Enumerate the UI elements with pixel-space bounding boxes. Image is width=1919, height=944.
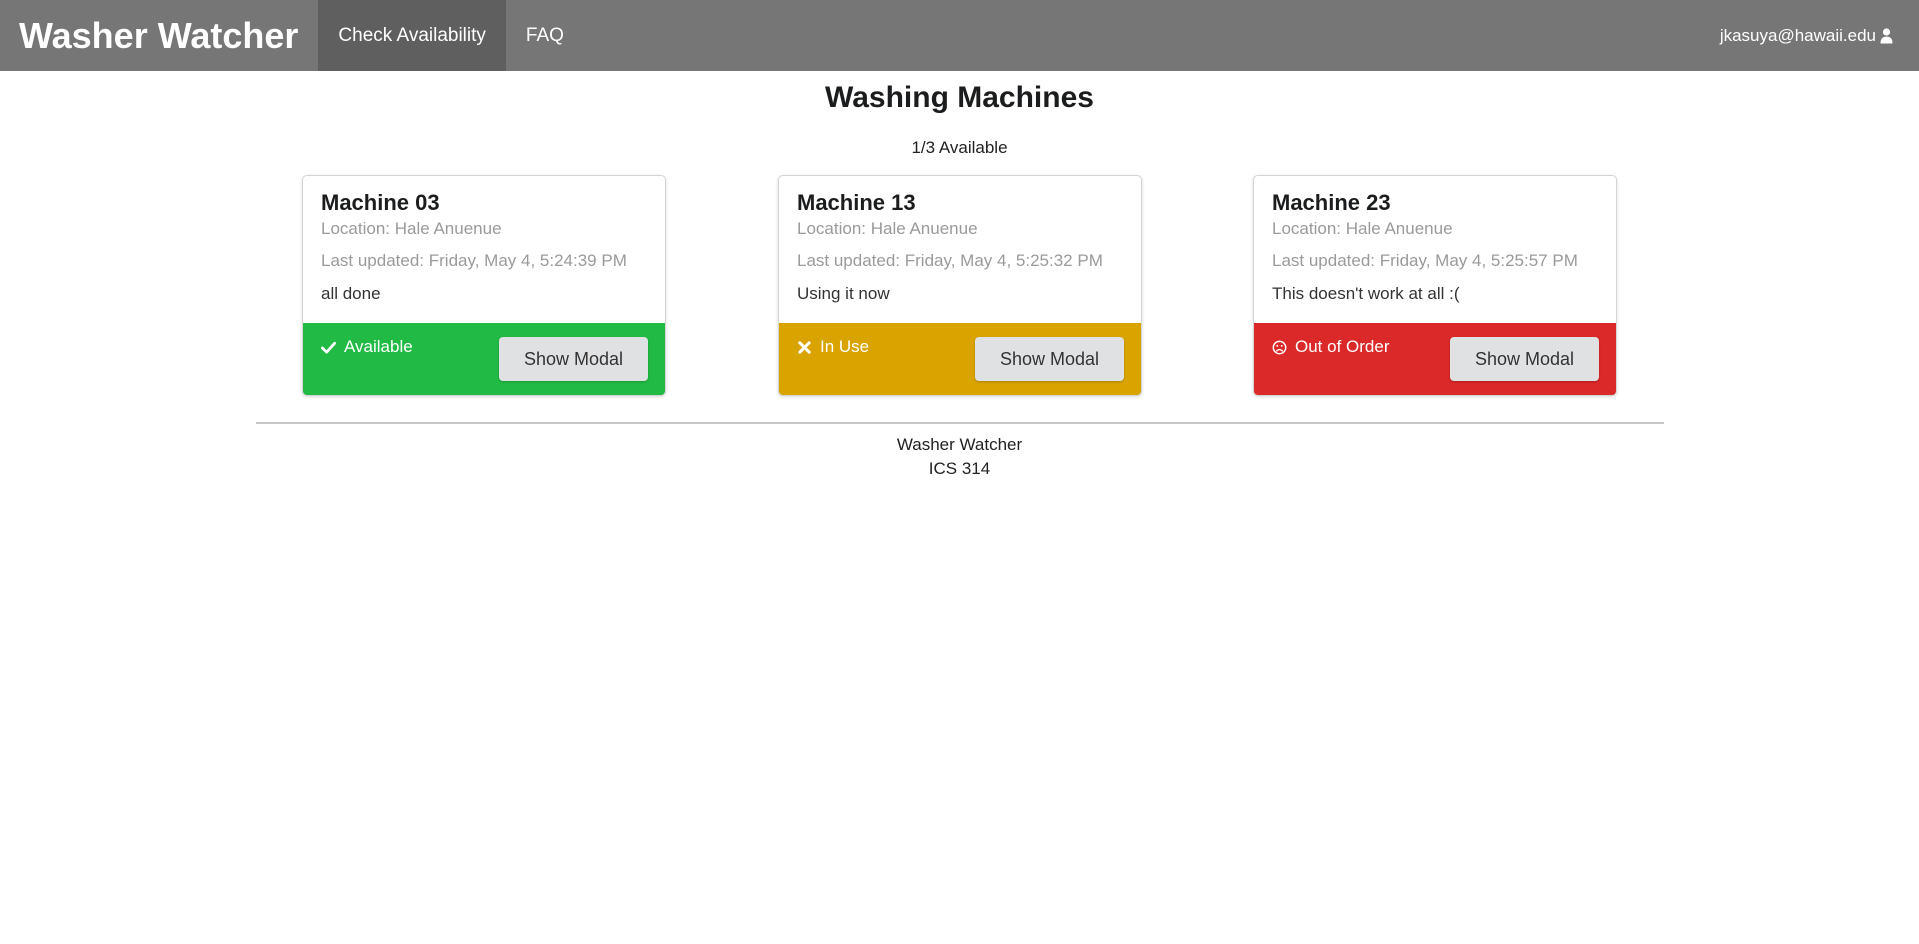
x-icon (798, 340, 811, 354)
machine-card: Machine 23 Location: Hale Anuenue Last u… (1253, 175, 1617, 396)
check-icon (321, 341, 336, 354)
page-title: Washing Machines (825, 81, 1094, 114)
machine-last-updated: Last updated: Friday, May 4, 5:25:57 PM (1272, 251, 1578, 270)
nav-faq[interactable]: FAQ (506, 0, 584, 71)
machine-last-updated: Last updated: Friday, May 4, 5:24:39 PM (321, 251, 627, 270)
nav-check-availability[interactable]: Check Availability (318, 0, 506, 71)
status-label: In Use (820, 337, 870, 356)
frown-icon (1272, 340, 1287, 354)
user-menu[interactable]: jkasuya@hawaii.edu (1720, 0, 1919, 71)
machine-description: Using it now (797, 284, 890, 303)
brand-title[interactable]: Washer Watcher (0, 0, 318, 71)
machine-card: Machine 13 Location: Hale Anuenue Last u… (778, 175, 1142, 396)
machine-name: Machine 03 (321, 190, 440, 215)
show-modal-button[interactable]: Show Modal (499, 337, 648, 381)
machine-name: Machine 13 (797, 190, 916, 215)
status-footer-in-use: In Use Show Modal (779, 323, 1141, 395)
show-modal-button[interactable]: Show Modal (975, 337, 1124, 381)
status-indicator: In Use (797, 337, 869, 357)
card-body: Machine 13 Location: Hale Anuenue Last u… (779, 176, 1141, 325)
machine-description: This doesn't work at all :( (1272, 284, 1460, 303)
status-label: Available (344, 337, 413, 356)
machine-location: Location: Hale Anuenue (1272, 219, 1453, 238)
status-footer-out-of-order: Out of Order Show Modal (1254, 323, 1616, 395)
machine-location: Location: Hale Anuenue (321, 219, 502, 238)
user-icon (1880, 27, 1893, 43)
machine-name: Machine 23 (1272, 190, 1391, 215)
machine-card: Machine 03 Location: Hale Anuenue Last u… (302, 175, 666, 396)
available-count: 1/3 Available (911, 138, 1008, 157)
status-indicator: Out of Order (1272, 337, 1389, 357)
top-navbar: Washer Watcher Check Availability FAQ jk… (0, 0, 1919, 71)
footer-course: ICS 314 (928, 459, 991, 478)
footer-divider (256, 422, 1664, 424)
show-modal-button[interactable]: Show Modal (1450, 337, 1599, 381)
user-email: jkasuya@hawaii.edu (1719, 25, 1876, 45)
status-footer-available: Available Show Modal (303, 323, 665, 395)
footer-app-name: Washer Watcher (896, 435, 1023, 454)
card-body: Machine 03 Location: Hale Anuenue Last u… (303, 176, 665, 325)
machine-description: all done (321, 284, 381, 303)
card-body: Machine 23 Location: Hale Anuenue Last u… (1254, 176, 1616, 325)
machine-location: Location: Hale Anuenue (797, 219, 978, 238)
machine-last-updated: Last updated: Friday, May 4, 5:25:32 PM (797, 251, 1103, 270)
status-label: Out of Order (1295, 337, 1390, 356)
status-indicator: Available (321, 337, 413, 357)
